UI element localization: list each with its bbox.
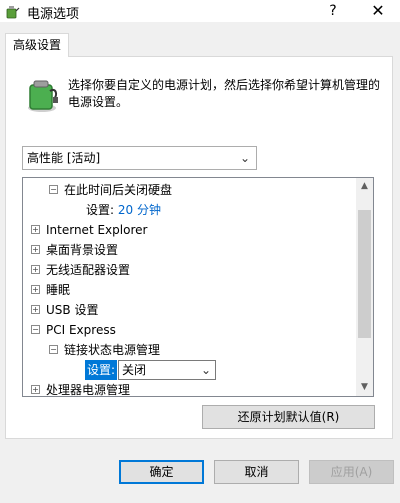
- plus-box-icon[interactable]: +: [31, 225, 40, 234]
- tab-advanced-settings[interactable]: 高级设置: [5, 33, 69, 57]
- help-button[interactable]: ?: [318, 0, 348, 22]
- power-options-icon: [6, 6, 20, 19]
- close-button[interactable]: ✕: [360, 0, 396, 22]
- chevron-down-icon: ⌄: [239, 151, 251, 165]
- scroll-thumb[interactable]: [358, 210, 371, 338]
- title-bar: 电源选项 ? ✕: [0, 0, 400, 22]
- tree-item-usb-settings[interactable]: + USB 设置: [31, 300, 98, 320]
- setting-label-selected: 设置:: [85, 360, 118, 380]
- tree-item-processor-power[interactable]: + 处理器电源管理: [31, 380, 130, 396]
- ok-button[interactable]: 确定: [119, 460, 204, 484]
- setting-value-link[interactable]: 20 分钟: [118, 203, 161, 217]
- scroll-down-icon[interactable]: ▼: [356, 379, 373, 396]
- description-text: 选择你要自定义的电源计划，然后选择你希望计算机管理的电源设置。: [68, 78, 381, 109]
- tree-item-sleep[interactable]: + 睡眠: [31, 280, 70, 300]
- battery-plug-icon: [28, 80, 58, 112]
- plus-box-icon[interactable]: +: [31, 245, 40, 254]
- minus-box-icon[interactable]: −: [49, 185, 58, 194]
- power-plan-select[interactable]: 高性能 [活动] ⌄: [22, 146, 257, 170]
- minus-box-icon[interactable]: −: [49, 345, 58, 354]
- power-plan-value: 高性能 [活动]: [27, 151, 101, 165]
- window-title: 电源选项: [27, 7, 80, 22]
- tree-item-desktop-background[interactable]: + 桌面背景设置: [31, 240, 118, 260]
- link-state-setting-select[interactable]: 关闭 ⌄: [118, 360, 216, 380]
- tree-item-link-state-power[interactable]: − 链接状态电源管理: [49, 340, 160, 360]
- tree-item-pci-express[interactable]: − PCI Express: [31, 320, 116, 340]
- vertical-scrollbar[interactable]: ▲ ▼: [356, 178, 373, 396]
- restore-defaults-button[interactable]: 还原计划默认值(R): [202, 405, 375, 429]
- chevron-down-icon: ⌄: [200, 363, 212, 377]
- tree-setting-hard-disk[interactable]: 设置: 20 分钟: [86, 200, 161, 220]
- tree-item-wireless-adapter[interactable]: + 无线适配器设置: [31, 260, 130, 280]
- cancel-button[interactable]: 取消: [214, 460, 299, 484]
- apply-button[interactable]: 应用(A): [309, 460, 394, 484]
- settings-tree[interactable]: − 在此时间后关闭硬盘 设置: 20 分钟 + Internet Explorer …: [22, 177, 374, 397]
- plus-box-icon[interactable]: +: [31, 285, 40, 294]
- scroll-up-icon[interactable]: ▲: [356, 178, 373, 195]
- tree-item-hard-disk-off[interactable]: − 在此时间后关闭硬盘: [49, 180, 172, 200]
- plus-box-icon[interactable]: +: [31, 265, 40, 274]
- tree-item-internet-explorer[interactable]: + Internet Explorer: [31, 220, 147, 240]
- minus-box-icon[interactable]: −: [31, 325, 40, 334]
- plus-box-icon[interactable]: +: [31, 305, 40, 314]
- plus-box-icon[interactable]: +: [31, 385, 40, 394]
